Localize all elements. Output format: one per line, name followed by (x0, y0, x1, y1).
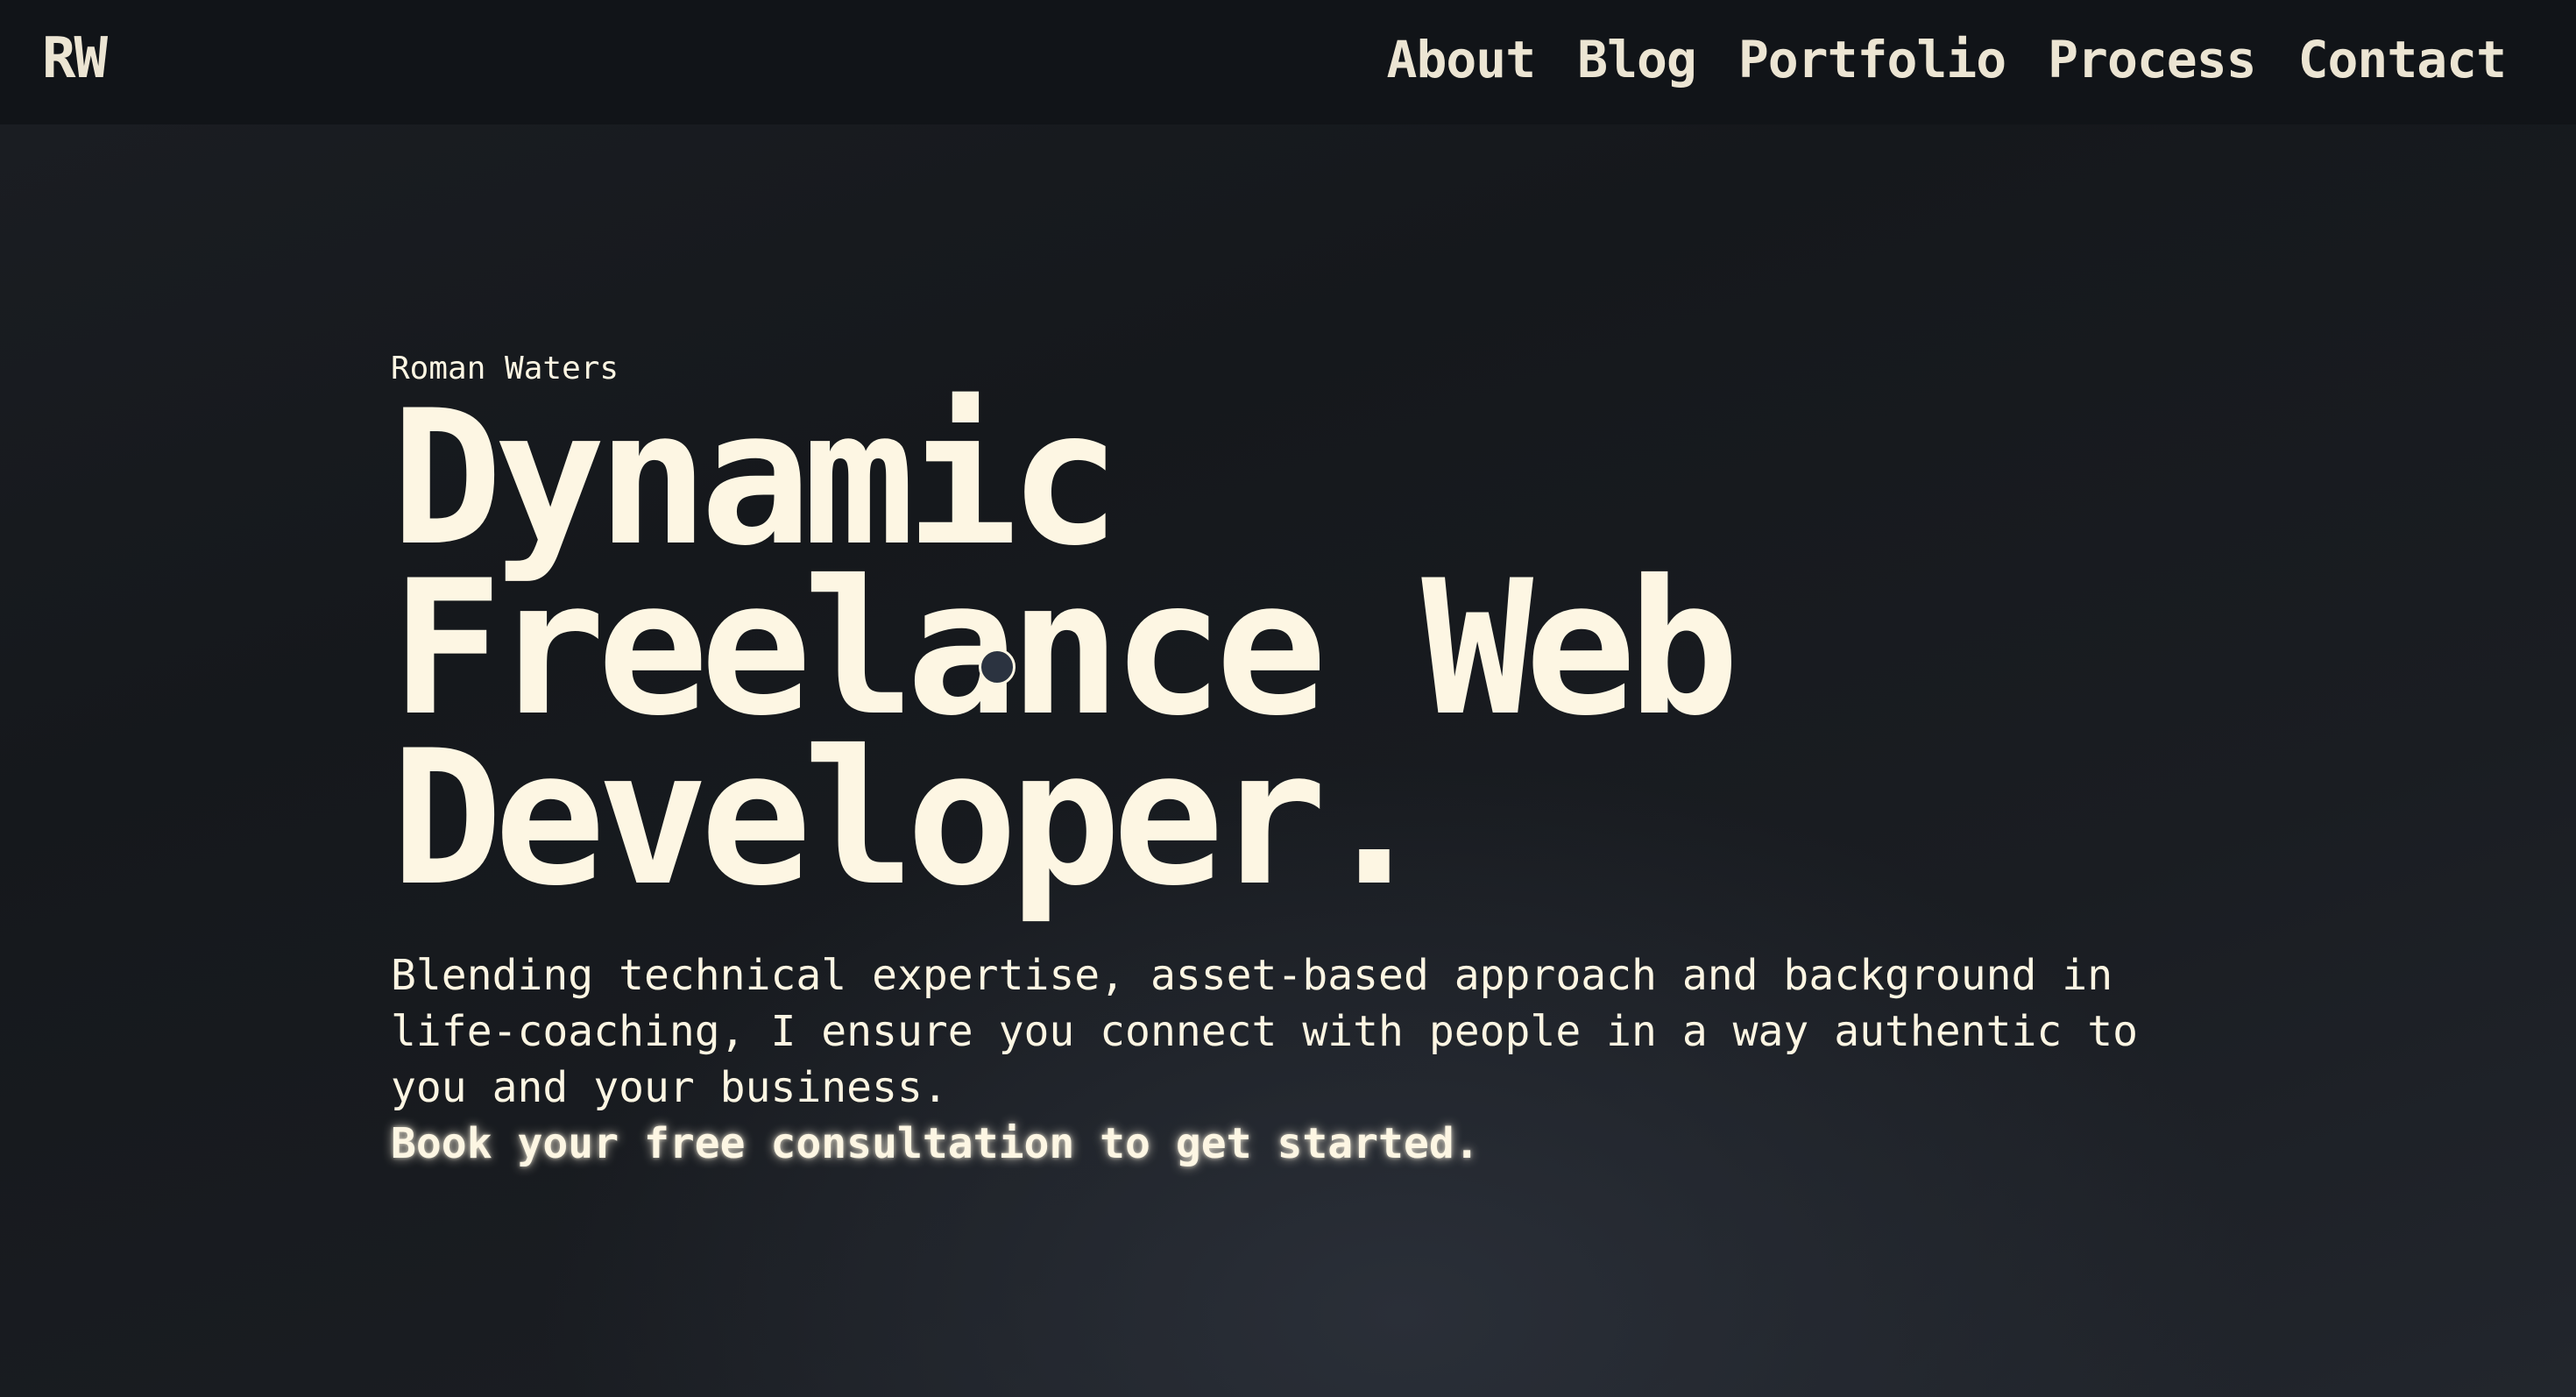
hero-section: Roman Waters Dynamic Freelance Web Devel… (391, 351, 2318, 1172)
nav-link-contact[interactable]: Contact (2298, 30, 2507, 89)
nav-link-portfolio[interactable]: Portfolio (1738, 30, 2006, 89)
headline-line-2: Freelance Web (391, 540, 1739, 756)
hero-headline: Dynamic Freelance Web Developer. (391, 370, 2318, 926)
page: RW About Blog Portfolio Process Contact … (0, 0, 2576, 1397)
nav-links: About Blog Portfolio Process Contact (1387, 30, 2507, 89)
nav-link-process[interactable]: Process (2048, 30, 2256, 89)
custom-cursor-icon (979, 649, 1016, 685)
intro-paragraph: Blending technical expertise, asset-base… (391, 947, 2222, 1172)
nav-link-about[interactable]: About (1387, 30, 1537, 89)
nav-link-blog[interactable]: Blog (1577, 30, 1697, 89)
intro-text: Blending technical expertise, asset-base… (391, 951, 2138, 1112)
book-consultation-link[interactable]: Book your free consultation to get start… (391, 1116, 1480, 1172)
top-nav: RW About Blog Portfolio Process Contact (0, 0, 2576, 124)
headline-line-3: Developer. (391, 710, 1430, 926)
logo-home-link[interactable]: RW (42, 26, 108, 91)
headline-line-1: Dynamic (391, 370, 1121, 586)
